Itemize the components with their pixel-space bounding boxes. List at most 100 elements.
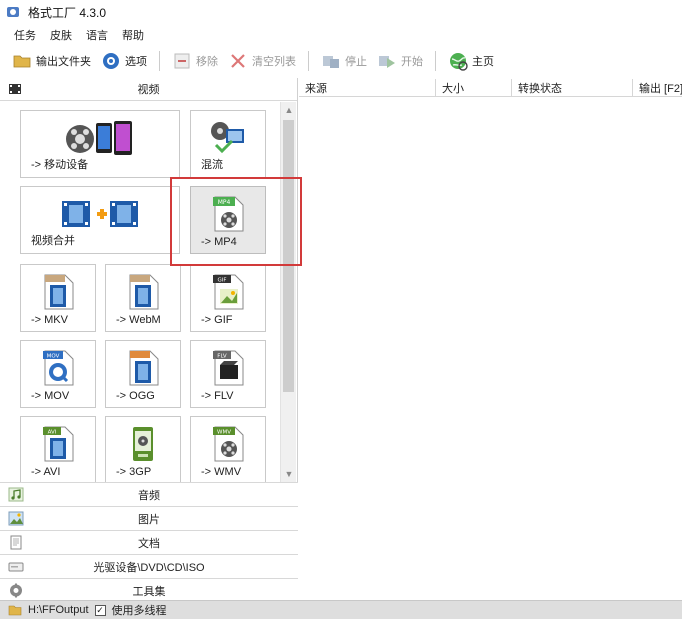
stop-label: 停止 [345, 56, 367, 68]
tile-3gp[interactable]: -> 3GP [105, 416, 181, 482]
menu-skin[interactable]: 皮肤 [50, 27, 72, 43]
tile-grid-scrollbar[interactable]: ▲ ▼ [280, 102, 296, 482]
tile-mp4[interactable]: MP4 -> MP4 [190, 186, 266, 254]
output-path[interactable]: H:\FFOutput [28, 604, 89, 616]
document-icon [10, 535, 22, 550]
tile-mkv[interactable]: -> MKV [20, 264, 96, 332]
mp4-file-icon: MP4 [213, 196, 244, 232]
disc-drive-icon [8, 562, 24, 572]
title-bar: 格式工厂 4.3.0 [0, 0, 682, 24]
start-icon [379, 56, 395, 68]
category-disc[interactable]: 光驱设备\DVD\CD\ISO [0, 554, 298, 578]
start-button[interactable]: 开始 [377, 51, 423, 71]
remove-label: 移除 [196, 56, 218, 68]
wmv-badge: WMV [217, 430, 231, 436]
tile-webm[interactable]: -> WebM [105, 264, 181, 332]
remove-icon [174, 53, 190, 69]
video-section-label: 视频 [137, 84, 160, 96]
mov-badge: MOV [47, 354, 60, 360]
toolbar-separator [159, 51, 160, 71]
tile-flv[interactable]: FLV -> FLV [190, 340, 266, 408]
tile-label: 视频合并 [31, 235, 75, 247]
multithread-label: 使用多线程 [111, 605, 167, 617]
home-button[interactable]: 主页 [448, 51, 494, 71]
mux-icon [211, 122, 244, 154]
clear-list-icon [231, 54, 245, 68]
scroll-down-icon[interactable]: ▼ [281, 466, 297, 482]
category-label: 音频 [138, 489, 160, 502]
tile-avi[interactable]: AVI -> AVI [20, 416, 96, 482]
left-pane: 视频 -> 移动设备 混流 视频合并 MP4 -> MP4 -> MKV -> … [0, 78, 298, 602]
remove-button[interactable]: 移除 [172, 51, 218, 71]
tile-mobile-device[interactable]: -> 移动设备 [20, 110, 180, 178]
tools-icon [10, 583, 22, 598]
menu-bar: 任务 皮肤 语言 帮助 [0, 24, 682, 46]
mkv-file-icon [44, 274, 74, 310]
toolbar-separator [308, 51, 309, 71]
output-folder-button[interactable]: 输出文件夹 [12, 51, 91, 71]
column-source[interactable]: 来源 [299, 79, 436, 96]
mp4-badge: MP4 [218, 199, 231, 206]
folder-icon [13, 55, 31, 68]
tile-label: -> AVI [31, 466, 61, 478]
folder-icon[interactable] [8, 604, 22, 616]
picture-icon [8, 511, 24, 526]
category-label: 图片 [138, 513, 160, 526]
category-label: 光驱设备\DVD\CD\ISO [93, 561, 205, 574]
tile-label: 混流 [201, 159, 223, 171]
tile-wmv[interactable]: WMV -> WMV [190, 416, 266, 482]
task-table-header: 来源 大小 转换状态 输出 [F2] [299, 79, 682, 97]
wmv-file-icon: WMV [213, 426, 244, 462]
mov-file-icon: MOV [43, 350, 74, 386]
multithread-checkbox[interactable]: ✓ [94, 604, 106, 616]
webm-file-icon [129, 274, 159, 310]
category-document[interactable]: 文档 [0, 530, 298, 554]
options-button[interactable]: 选项 [101, 51, 147, 71]
globe-icon [450, 53, 468, 71]
column-size[interactable]: 大小 [436, 79, 512, 96]
category-label: 工具集 [132, 585, 166, 598]
tile-label: -> MP4 [201, 236, 237, 248]
category-audio[interactable]: 音频 [0, 482, 298, 506]
menu-help[interactable]: 帮助 [122, 27, 144, 43]
tile-label: -> 移动设备 [31, 159, 89, 171]
tile-mux[interactable]: 混流 [190, 110, 266, 178]
ogg-file-icon [129, 350, 159, 386]
flv-file-icon: FLV [213, 350, 244, 386]
mobile-device-icon [66, 121, 132, 155]
tile-label: -> OGG [116, 390, 155, 402]
status-bar: H:\FFOutput ✓ 使用多线程 [0, 600, 682, 619]
category-tools[interactable]: 工具集 [0, 578, 298, 602]
audio-icon [8, 487, 24, 502]
options-icon [103, 53, 119, 69]
gif-badge: GIF [217, 278, 226, 284]
scrollbar-thumb[interactable] [283, 120, 294, 392]
clear-list-button[interactable]: 清空列表 [228, 51, 296, 71]
column-status[interactable]: 转换状态 [512, 79, 633, 96]
toolbar: 输出文件夹 选项 移除 清空列表 停止 开始 主页 [0, 46, 682, 76]
options-label: 选项 [125, 56, 147, 68]
tile-ogg[interactable]: -> OGG [105, 340, 181, 408]
stop-button[interactable]: 停止 [321, 51, 367, 71]
tile-gif[interactable]: GIF -> GIF [190, 264, 266, 332]
menu-language[interactable]: 语言 [86, 27, 108, 43]
video-section-header[interactable]: 视频 [0, 78, 297, 101]
tile-label: -> WMV [201, 466, 242, 478]
start-label: 开始 [401, 56, 423, 68]
film-icon [9, 84, 21, 94]
tile-label: -> WebM [116, 314, 161, 326]
window-title: 格式工厂 4.3.0 [28, 5, 107, 20]
task-list[interactable] [299, 98, 682, 600]
tile-video-join[interactable]: 视频合并 [20, 186, 180, 254]
column-output[interactable]: 输出 [F2] [633, 79, 682, 96]
tile-mov[interactable]: MOV -> MOV [20, 340, 96, 408]
category-picture[interactable]: 图片 [0, 506, 298, 530]
stop-icon [323, 56, 339, 68]
scroll-up-icon[interactable]: ▲ [281, 102, 297, 118]
tile-label: -> MOV [31, 390, 70, 402]
category-list: 音频 图片 文档 光驱设备\DVD\CD\ISO 工具集 [0, 482, 298, 602]
menu-task[interactable]: 任务 [14, 27, 36, 43]
output-folder-label: 输出文件夹 [36, 56, 91, 68]
tile-label: -> MKV [31, 314, 68, 326]
video-tile-grid: -> 移动设备 混流 视频合并 MP4 -> MP4 -> MKV -> Web… [0, 102, 280, 482]
